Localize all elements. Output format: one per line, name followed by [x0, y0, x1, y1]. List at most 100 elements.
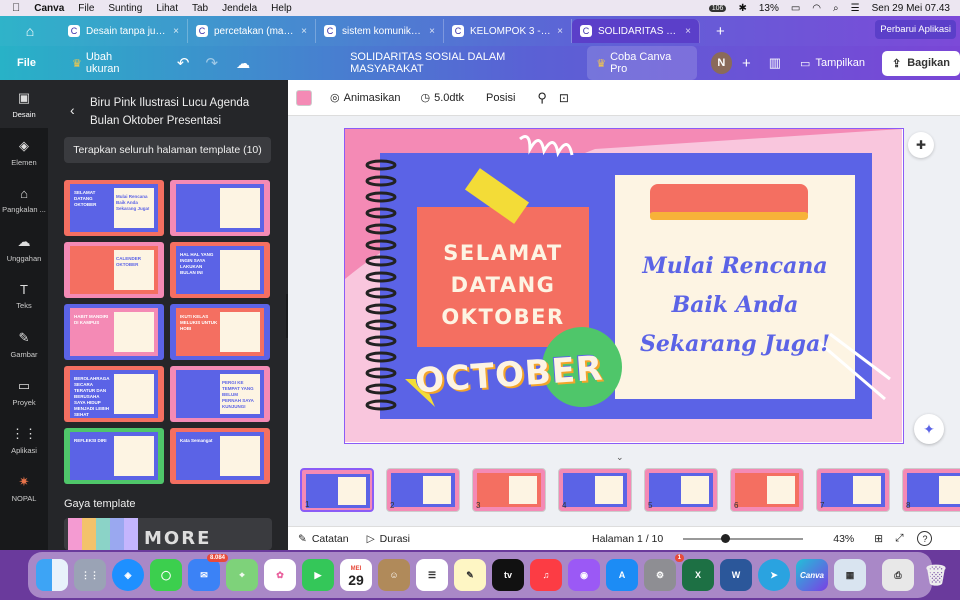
system-settings-icon[interactable]: ⚙ 1 [644, 554, 684, 591]
tab-solidaritas-sosial[interactable]: C SOLIDARITAS SOSI... × [572, 19, 700, 43]
cloud-save-icon[interactable]: ☁ [236, 55, 250, 72]
close-icon[interactable]: × [173, 26, 179, 37]
photos-icon[interactable]: ✿ [264, 559, 296, 591]
menu-jendela[interactable]: Jendela [222, 3, 257, 14]
menu-lihat[interactable]: Lihat [156, 3, 178, 14]
rail-item-desain[interactable]: ▣ Desain [0, 80, 48, 128]
try-canva-pro-button[interactable]: ♛ Coba Canva Pro [587, 46, 697, 80]
comment-icon[interactable]: ✚ [908, 132, 934, 158]
podcasts-icon[interactable]: ◉ [568, 559, 600, 591]
present-button[interactable]: ▭ Tampilkan [791, 52, 874, 75]
apple-icon[interactable]:  [12, 2, 20, 14]
update-app-button[interactable]: Perbarui Aplikasi [875, 20, 956, 39]
mail-icon[interactable]: ✉ 8.084 [188, 554, 228, 591]
template-thumbnail[interactable]: HAL HAL YANG INGIN SAYA LAKUKAN BULAN IN… [170, 242, 270, 298]
page-thumbnail[interactable]: 5 [644, 468, 718, 512]
excel-icon[interactable]: X [682, 559, 714, 591]
rail-item-proyek[interactable]: ▭ Proyek [0, 368, 48, 416]
menu-file[interactable]: File [78, 3, 94, 14]
page-thumbnail[interactable]: 6 [730, 468, 804, 512]
menu-tab[interactable]: Tab [192, 3, 208, 14]
page-thumbnail[interactable]: 4 [558, 468, 632, 512]
finder-icon[interactable] [36, 559, 68, 591]
template-thumbnail[interactable]: CALENDER OKTOBER [64, 242, 164, 298]
close-icon[interactable]: × [557, 26, 563, 37]
new-tab-button[interactable]: + [716, 23, 725, 40]
rail-item-teks[interactable]: T Teks [0, 272, 48, 320]
lock-icon[interactable]: ⊡ [559, 91, 569, 105]
duration-timeline-button[interactable]: ▷ Durasi [367, 533, 410, 545]
zoom-slider-knob[interactable] [721, 533, 731, 543]
template-thumbnail[interactable]: SELAMAT DATANG OKTOBER Mulai Rencana Baik… [64, 180, 164, 236]
wifi-icon[interactable]: ◠ [812, 3, 821, 14]
facetime-icon[interactable]: ▶ [302, 559, 334, 591]
page-thumbnail[interactable]: 3 [472, 468, 546, 512]
animate-button[interactable]: ◎ Animasikan [330, 91, 400, 105]
messages-icon[interactable]: ◯ [150, 559, 182, 591]
template-thumbnail[interactable] [170, 180, 270, 236]
file-menu-button[interactable]: File [8, 52, 45, 74]
rail-item-aplikasi[interactable]: ⋮⋮ Aplikasi [0, 416, 48, 464]
notes-app-icon[interactable]: ✎ [454, 559, 486, 591]
canva-app-icon[interactable]: Canva [796, 559, 828, 591]
telegram-icon[interactable]: ➤ [758, 559, 790, 591]
page-thumbnail[interactable]: 1 [300, 468, 374, 512]
clock[interactable]: Sen 29 Mei 07.43 [872, 3, 950, 14]
duration-button[interactable]: ◷ 5.0dtk [420, 91, 464, 105]
close-icon[interactable]: × [301, 26, 307, 37]
page-thumbnail[interactable]: 2 [386, 468, 460, 512]
word-icon[interactable]: W [720, 559, 752, 591]
zoom-level[interactable]: 43% [833, 533, 854, 545]
resize-button[interactable]: ♛ Ubah ukuran [63, 46, 155, 80]
template-thumbnail[interactable]: IKUTI KELAS MELUKIS UNTUK HOBI [170, 304, 270, 360]
tab-kelompok-3[interactable]: C KELOMPOK 3 - Pre... × [444, 19, 572, 43]
template-thumbnail[interactable]: REFLEKSI DIRI [64, 428, 164, 484]
back-arrow-icon[interactable]: ‹ [70, 102, 75, 118]
rail-item-nopal[interactable]: ✷ NOPAL [0, 464, 48, 512]
grid-view-icon[interactable]: ⊞ [874, 533, 883, 545]
maps-icon[interactable]: ⌖ [226, 559, 258, 591]
share-button[interactable]: ⇪ Bagikan [881, 50, 960, 76]
app-menu-canva[interactable]: Canva [34, 3, 64, 14]
add-people-icon[interactable]: + [742, 55, 751, 72]
tab-desain-tanpa-judul[interactable]: C Desain tanpa judul ... × [60, 19, 188, 43]
help-button[interactable]: ? [917, 531, 933, 546]
zoom-slider[interactable] [683, 533, 804, 543]
menu-sunting[interactable]: Sunting [108, 3, 142, 14]
template-thumbnail[interactable]: Kata Semangat [170, 428, 270, 484]
close-icon[interactable]: × [429, 26, 435, 37]
slide-canvas[interactable]: SELAMAT DATANG OKTOBER OCTOBER Mulai Ren… [344, 128, 904, 444]
template-thumbnail[interactable]: BEROLAHRAGA SECARA TERATUR DAN BERUSAHA … [64, 366, 164, 422]
rail-item-pangkalan[interactable]: ⌂ Pangkalan ... [0, 176, 48, 224]
page-thumbnail[interactable]: 7 [816, 468, 890, 512]
bluetooth-icon[interactable]: ✱ [738, 3, 746, 14]
magic-assistant-icon[interactable]: ✦ [914, 414, 944, 444]
template-thumbnail[interactable]: HABIT MANDIRI DI KAMPUS [64, 304, 164, 360]
reminders-icon[interactable]: ☰ [416, 559, 448, 591]
control-center-icon[interactable]: ☰ [851, 3, 860, 14]
close-icon[interactable]: × [685, 26, 691, 37]
rail-item-elemen[interactable]: ◈ Elemen [0, 128, 48, 176]
home-icon[interactable]: ⌂ [0, 23, 60, 39]
document-title[interactable]: SOLIDARITAS SOSIAL DALAM MASYARAKAT [350, 51, 573, 75]
paint-roller-icon[interactable]: ⚲ [537, 90, 547, 106]
avatar[interactable]: N [710, 52, 732, 74]
rail-item-gambar[interactable]: ✎ Gambar [0, 320, 48, 368]
preview-icon[interactable]: ▦ [834, 559, 866, 591]
template-style-card[interactable]: MORE SUGA [64, 518, 272, 550]
rail-item-unggahan[interactable]: ☁ Unggahan [0, 224, 48, 272]
undo-icon[interactable]: ↶ [177, 54, 190, 72]
tab-percetakan[interactable]: C percetakan (majala... × [188, 19, 316, 43]
trash-icon[interactable]: 🗑 [920, 559, 952, 591]
tab-sistem-komunikasi[interactable]: C sistem komunikasi ... × [316, 19, 444, 43]
template-thumbnail[interactable]: PERGI KE TEMPAT YANG BELUM PERNAH SAYA K… [170, 366, 270, 422]
analytics-icon[interactable]: ▥ [769, 55, 781, 71]
page-thumbnail[interactable]: 8 [902, 468, 960, 512]
music-icon[interactable]: ♫ [530, 559, 562, 591]
fullscreen-icon[interactable]: ⤢ [895, 532, 903, 545]
slide-1[interactable]: SELAMAT DATANG OKTOBER OCTOBER Mulai Ren… [345, 129, 902, 442]
battery-icon[interactable]: ▭ [791, 3, 800, 14]
safari-icon[interactable]: ◈ [112, 559, 144, 591]
background-color-swatch[interactable] [296, 89, 312, 106]
position-button[interactable]: Posisi [486, 92, 515, 104]
